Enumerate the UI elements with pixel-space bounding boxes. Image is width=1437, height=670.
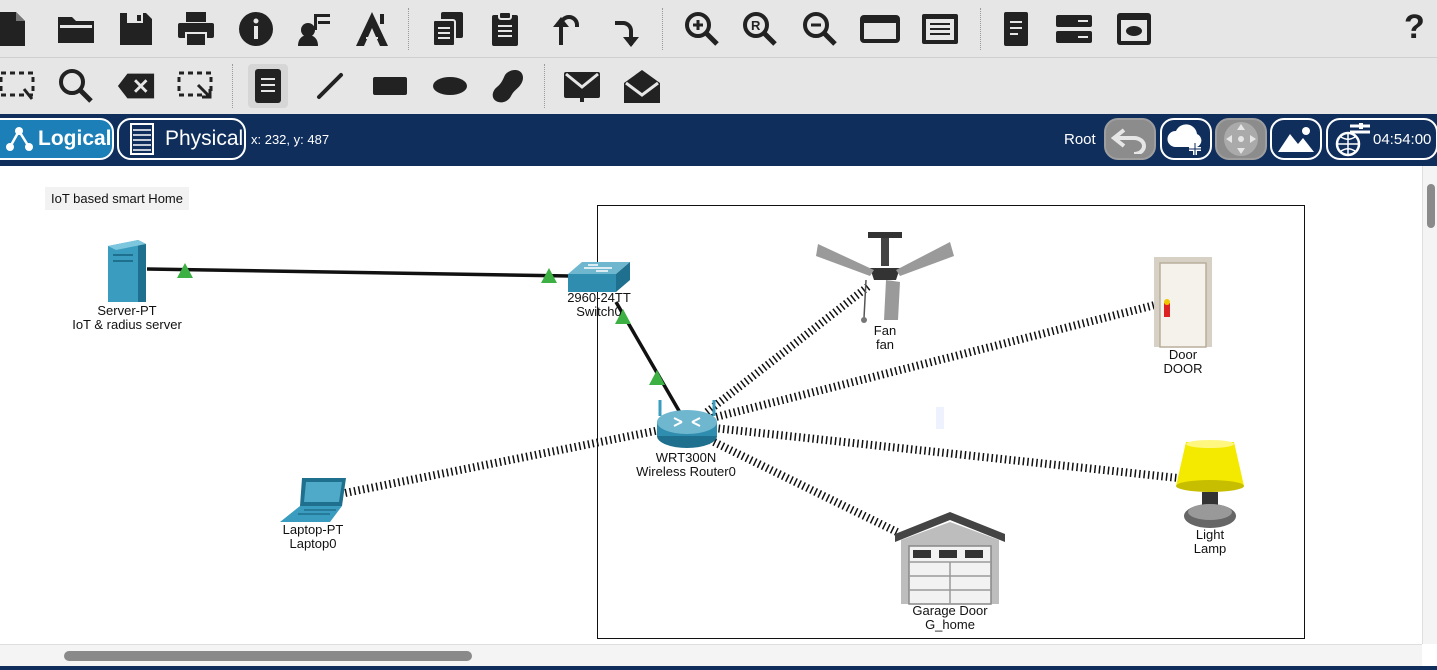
vertical-scroll-thumb[interactable] <box>1427 184 1435 228</box>
server-icon[interactable] <box>104 238 150 304</box>
laptop-icon[interactable] <box>278 476 350 524</box>
garage-type: Garage Door <box>912 603 988 618</box>
lamp-label: Light Lamp <box>1194 528 1227 556</box>
wireless-link-lamp <box>713 424 1179 482</box>
door-name: DOOR <box>1163 361 1203 376</box>
wireless-link-laptop <box>344 426 661 497</box>
server-name: IoT & radius server <box>72 317 182 332</box>
fan-label: Fan fan <box>874 324 896 352</box>
switch-icon[interactable] <box>566 260 632 294</box>
server-switch-link[interactable] <box>146 267 571 278</box>
router-type: WRT300N <box>655 450 717 465</box>
switch-type: 2960-24TT <box>567 290 631 305</box>
laptop-type: Laptop-PT <box>282 522 344 537</box>
lamp-type: Light <box>1195 527 1225 542</box>
horizontal-scroll-thumb[interactable] <box>64 651 472 661</box>
server-type: Server-PT <box>97 303 157 318</box>
garage-door-icon[interactable] <box>893 510 1007 606</box>
wireless-link-garage <box>708 436 899 536</box>
canvas-marker <box>936 407 944 429</box>
router-label: WRT300N Wireless Router0 <box>636 451 736 479</box>
bottom-panel-edge <box>0 666 1437 670</box>
lamp-name: Lamp <box>1193 541 1227 556</box>
laptop-label: Laptop-PT Laptop0 <box>283 523 344 551</box>
fan-type: Fan <box>873 323 897 338</box>
switch-name: Switch0 <box>576 304 622 319</box>
garage-name: G_home <box>925 617 975 632</box>
fan-name: fan <box>875 337 895 352</box>
link-up-indicator <box>649 370 665 385</box>
vertical-scrollbar[interactable] <box>1422 166 1437 644</box>
lamp-icon[interactable] <box>1172 440 1248 532</box>
door-icon[interactable] <box>1152 255 1214 349</box>
door-label: Door DOOR <box>1164 348 1203 376</box>
canvas-note[interactable]: IoT based smart Home <box>45 187 189 210</box>
garage-label: Garage Door G_home <box>912 604 987 632</box>
laptop-name: Laptop0 <box>289 536 337 551</box>
horizontal-scrollbar[interactable] <box>0 644 1422 667</box>
ceiling-fan-icon[interactable] <box>814 230 954 326</box>
wireless-router-icon[interactable] <box>654 396 720 452</box>
door-type: Door <box>1168 347 1198 362</box>
server-label: Server-PT IoT & radius server <box>72 304 182 332</box>
router-name: Wireless Router0 <box>636 464 736 479</box>
switch-label: 2960-24TT Switch0 <box>567 291 631 319</box>
